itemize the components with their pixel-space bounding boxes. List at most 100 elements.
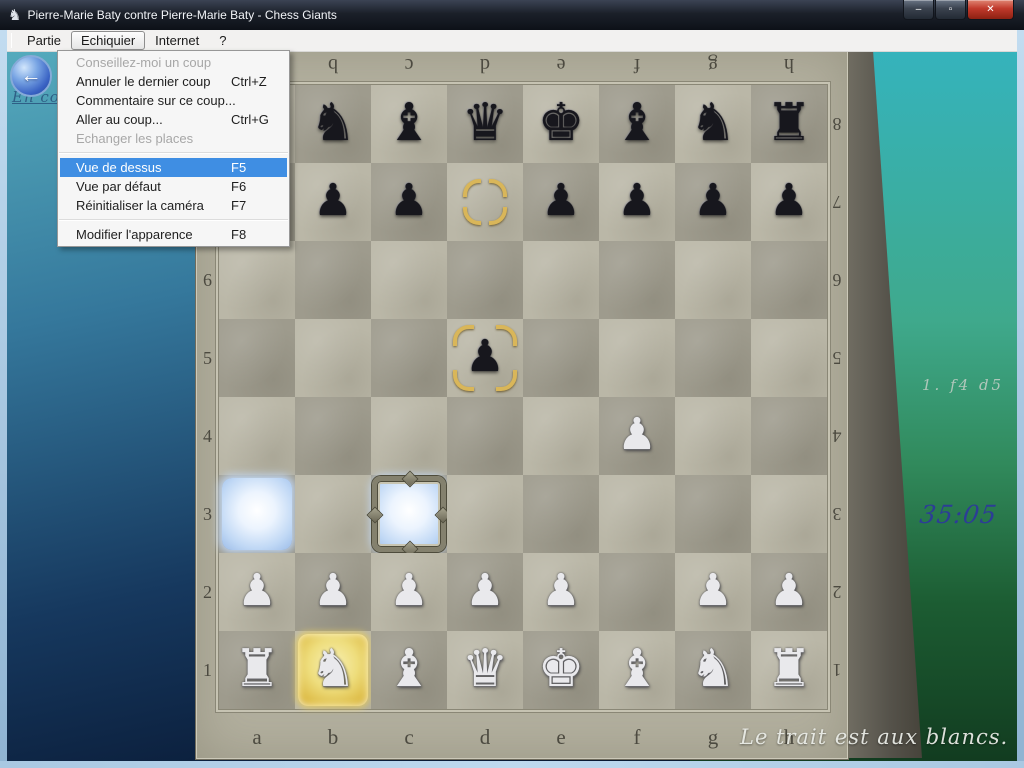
square-a6[interactable] (219, 241, 295, 319)
menu-item-r-initialiser-la-cam-ra[interactable]: Réinitialiser la caméraF7 (58, 196, 289, 215)
minimize-button[interactable]: – (903, 0, 934, 20)
square-f3[interactable] (599, 475, 675, 553)
square-c6[interactable] (371, 241, 447, 319)
white-pawn[interactable]: ♟ (295, 553, 371, 631)
black-king[interactable]: ♚ (523, 85, 599, 163)
black-knight[interactable]: ♞ (295, 85, 371, 163)
black-pawn[interactable]: ♟ (447, 319, 523, 397)
black-pawn[interactable]: ♟ (599, 163, 675, 241)
menubar-item-echiquier[interactable]: Echiquier (71, 31, 145, 50)
square-h6[interactable] (751, 241, 827, 319)
square-c8[interactable]: ♝ (371, 85, 447, 163)
square-a1[interactable]: ♜ (219, 631, 295, 709)
square-d5[interactable]: ♟ (447, 319, 523, 397)
square-f4[interactable]: ♟ (599, 397, 675, 475)
square-h5[interactable] (751, 319, 827, 397)
square-b3[interactable] (295, 475, 371, 553)
black-pawn[interactable]: ♟ (523, 163, 599, 241)
square-h7[interactable]: ♟ (751, 163, 827, 241)
black-bishop[interactable]: ♝ (371, 85, 447, 163)
white-knight[interactable]: ♞ (675, 631, 751, 709)
square-h8[interactable]: ♜ (751, 85, 827, 163)
square-h1[interactable]: ♜ (751, 631, 827, 709)
square-h3[interactable] (751, 475, 827, 553)
square-f6[interactable] (599, 241, 675, 319)
square-d1[interactable]: ♛ (447, 631, 523, 709)
menubar-item-partie[interactable]: Partie (17, 31, 71, 50)
square-e2[interactable]: ♟ (523, 553, 599, 631)
square-b5[interactable] (295, 319, 371, 397)
square-g8[interactable]: ♞ (675, 85, 751, 163)
square-b4[interactable] (295, 397, 371, 475)
menu-item-modifier-l-apparence[interactable]: Modifier l'apparenceF8 (58, 225, 289, 244)
menubar-item-[interactable]: ? (209, 31, 236, 50)
square-e4[interactable] (523, 397, 599, 475)
square-f8[interactable]: ♝ (599, 85, 675, 163)
square-d8[interactable]: ♛ (447, 85, 523, 163)
white-pawn[interactable]: ♟ (599, 397, 675, 475)
square-a4[interactable] (219, 397, 295, 475)
close-button[interactable]: ✕ (967, 0, 1014, 20)
white-bishop[interactable]: ♝ (599, 631, 675, 709)
square-g1[interactable]: ♞ (675, 631, 751, 709)
black-pawn[interactable]: ♟ (295, 163, 371, 241)
square-b2[interactable]: ♟ (295, 553, 371, 631)
menu-item-vue-par-d-faut[interactable]: Vue par défautF6 (58, 177, 289, 196)
black-bishop[interactable]: ♝ (599, 85, 675, 163)
black-queen[interactable]: ♛ (447, 85, 523, 163)
square-g5[interactable] (675, 319, 751, 397)
square-g3[interactable] (675, 475, 751, 553)
square-c7[interactable]: ♟ (371, 163, 447, 241)
square-e3[interactable] (523, 475, 599, 553)
square-f2[interactable] (599, 553, 675, 631)
square-g7[interactable]: ♟ (675, 163, 751, 241)
square-a3[interactable] (219, 475, 295, 553)
white-rook[interactable]: ♜ (219, 631, 295, 709)
white-king[interactable]: ♚ (523, 631, 599, 709)
white-rook[interactable]: ♜ (751, 631, 827, 709)
square-h4[interactable] (751, 397, 827, 475)
square-e7[interactable]: ♟ (523, 163, 599, 241)
square-d3[interactable] (447, 475, 523, 553)
square-c2[interactable]: ♟ (371, 553, 447, 631)
maximize-button[interactable]: ▫ (935, 0, 966, 20)
square-h2[interactable]: ♟ (751, 553, 827, 631)
square-f7[interactable]: ♟ (599, 163, 675, 241)
square-a2[interactable]: ♟ (219, 553, 295, 631)
title-bar[interactable]: ♞ Pierre-Marie Baty contre Pierre-Marie … (0, 0, 1024, 30)
square-e1[interactable]: ♚ (523, 631, 599, 709)
square-d2[interactable]: ♟ (447, 553, 523, 631)
black-rook[interactable]: ♜ (751, 85, 827, 163)
menu-item-vue-de-dessus[interactable]: Vue de dessusF5 (60, 158, 287, 177)
black-pawn[interactable]: ♟ (751, 163, 827, 241)
back-button[interactable]: ← (10, 55, 52, 97)
square-e5[interactable] (523, 319, 599, 397)
square-g6[interactable] (675, 241, 751, 319)
square-e6[interactable] (523, 241, 599, 319)
square-b8[interactable]: ♞ (295, 85, 371, 163)
white-knight[interactable]: ♞ (295, 631, 371, 709)
square-g4[interactable] (675, 397, 751, 475)
square-c3[interactable] (371, 475, 447, 553)
square-d7[interactable] (447, 163, 523, 241)
white-pawn[interactable]: ♟ (219, 553, 295, 631)
square-d4[interactable] (447, 397, 523, 475)
square-e8[interactable]: ♚ (523, 85, 599, 163)
square-c4[interactable] (371, 397, 447, 475)
square-c1[interactable]: ♝ (371, 631, 447, 709)
square-b1[interactable]: ♞ (295, 631, 371, 709)
black-knight[interactable]: ♞ (675, 85, 751, 163)
black-pawn[interactable]: ♟ (675, 163, 751, 241)
square-g2[interactable]: ♟ (675, 553, 751, 631)
black-pawn[interactable]: ♟ (371, 163, 447, 241)
square-a5[interactable] (219, 319, 295, 397)
square-f5[interactable] (599, 319, 675, 397)
square-c5[interactable] (371, 319, 447, 397)
square-f1[interactable]: ♝ (599, 631, 675, 709)
square-d6[interactable] (447, 241, 523, 319)
white-pawn[interactable]: ♟ (751, 553, 827, 631)
menu-item-aller-au-coup[interactable]: Aller au coup...Ctrl+G (58, 110, 289, 129)
white-queen[interactable]: ♛ (447, 631, 523, 709)
square-b7[interactable]: ♟ (295, 163, 371, 241)
white-pawn[interactable]: ♟ (675, 553, 751, 631)
